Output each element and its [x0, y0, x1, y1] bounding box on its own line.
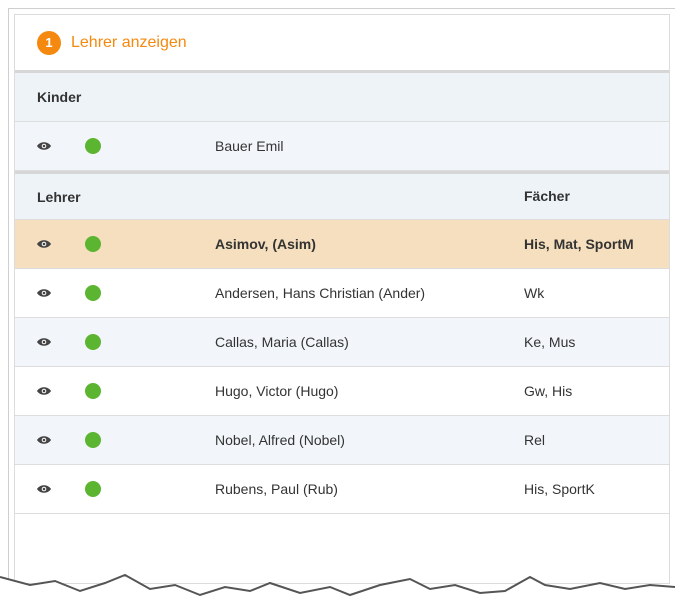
teacher-name: Callas, Maria (Callas) [215, 334, 349, 350]
status-dot-icon [85, 432, 101, 448]
child-row[interactable]: Bauer Emil [15, 122, 669, 171]
teacher-name: Nobel, Alfred (Nobel) [215, 432, 345, 448]
column-header-subjects: Fächer [524, 188, 570, 204]
child-name: Bauer Emil [215, 138, 284, 154]
status-dot-icon [85, 138, 101, 154]
teacher-subjects: Gw, His [524, 382, 573, 399]
status-dot-icon [85, 481, 101, 497]
teacher-name: Rubens, Paul (Rub) [215, 481, 338, 497]
eye-icon[interactable] [37, 141, 51, 151]
eye-icon[interactable] [37, 239, 51, 249]
eye-icon[interactable] [37, 337, 51, 347]
status-dot-icon [85, 383, 101, 399]
eye-icon[interactable] [37, 288, 51, 298]
teacher-row[interactable]: Nobel, Alfred (Nobel) Rel [15, 416, 669, 465]
teacher-name: Andersen, Hans Christian (Ander) [215, 285, 426, 301]
status-dot-icon [85, 236, 101, 252]
teacher-row[interactable]: Hugo, Victor (Hugo) Gw, His [15, 367, 669, 416]
teacher-subjects: Rel [524, 431, 546, 448]
section-header-lehrer: Lehrer Fächer [15, 171, 669, 220]
eye-icon[interactable] [37, 386, 51, 396]
eye-icon[interactable] [37, 484, 51, 494]
teacher-name: Asimov, (Asim) [215, 236, 316, 252]
panel-header: 1 Lehrer anzeigen [15, 15, 669, 73]
section-header-kinder: Kinder [15, 73, 669, 122]
teacher-row[interactable]: Andersen, Hans Christian (Ander) Wk [15, 269, 669, 318]
teacher-row[interactable]: Callas, Maria (Callas) Ke, Mus [15, 318, 669, 367]
step-badge: 1 [37, 30, 61, 55]
teacher-subjects: His, SportK [524, 480, 595, 497]
teacher-row[interactable]: Asimov, (Asim) His, Mat, SportM [15, 220, 669, 269]
panel-title[interactable]: Lehrer anzeigen [71, 34, 187, 52]
teacher-panel: 1 Lehrer anzeigen Kinder Bauer Emil Lehr… [14, 14, 670, 584]
teacher-row[interactable]: Rubens, Paul (Rub) His, SportK [15, 465, 669, 514]
teacher-subjects: Wk [524, 284, 545, 301]
status-dot-icon [85, 285, 101, 301]
teacher-subjects: Ke, Mus [524, 333, 576, 350]
eye-icon[interactable] [37, 435, 51, 445]
torn-edge [0, 573, 675, 604]
teacher-subjects: His, Mat, SportM [524, 235, 634, 252]
section-label-kinder: Kinder [37, 89, 82, 105]
status-dot-icon [85, 334, 101, 350]
teacher-name: Hugo, Victor (Hugo) [215, 383, 339, 399]
section-label-lehrer: Lehrer [37, 188, 81, 205]
